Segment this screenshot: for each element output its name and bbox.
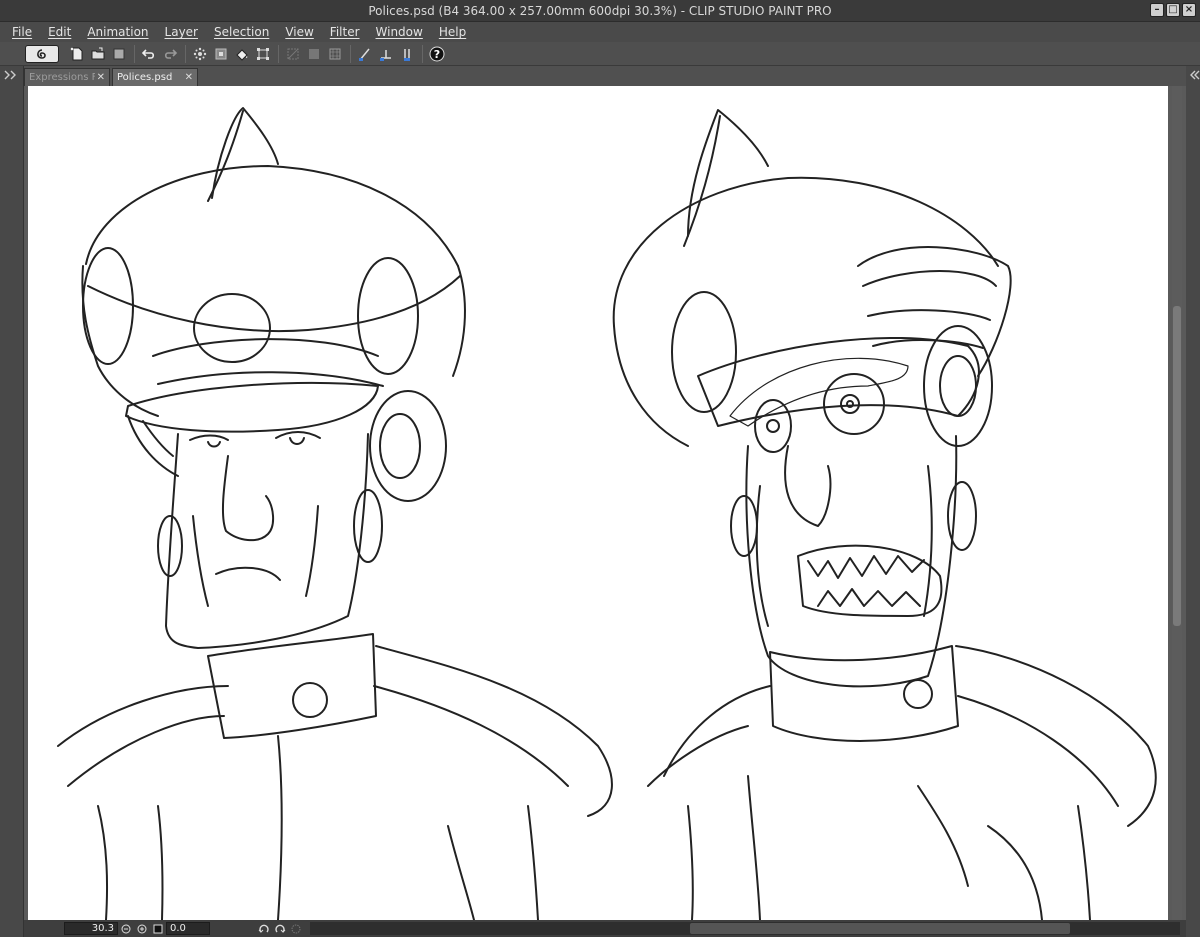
menu-filter[interactable]: Filter xyxy=(322,22,368,42)
maximize-button[interactable]: □ xyxy=(1166,3,1180,17)
status-bar: 30.3 0.0 xyxy=(24,920,1186,937)
close-button[interactable]: × xyxy=(1182,3,1196,17)
menu-layer[interactable]: Layer xyxy=(157,22,206,42)
toolbar-separator xyxy=(422,44,423,63)
undo-icon[interactable] xyxy=(139,44,159,64)
expand-left-panel-icon[interactable] xyxy=(0,68,24,82)
tab-expressions-flint[interactable]: Expressions Flint ✕ xyxy=(24,68,110,86)
menu-selection[interactable]: Selection xyxy=(206,22,277,42)
toolbar-separator xyxy=(350,44,351,63)
clip-studio-window: Polices.psd (B4 364.00 x 257.00mm 600dpi… xyxy=(0,0,1200,937)
title-bar: Polices.psd (B4 364.00 x 257.00mm 600dpi… xyxy=(0,0,1200,22)
menu-view[interactable]: View xyxy=(277,22,321,42)
toolbar-separator xyxy=(185,44,186,63)
window-controls: – □ × xyxy=(1150,3,1196,17)
drawing-canvas[interactable] xyxy=(28,86,1168,920)
snap-grid-icon[interactable] xyxy=(397,44,417,64)
fit-to-window-icon[interactable] xyxy=(152,923,164,935)
close-icon[interactable]: ✕ xyxy=(185,72,193,83)
zoom-out-icon[interactable] xyxy=(120,923,132,935)
zoom-in-icon[interactable] xyxy=(136,923,148,935)
help-icon[interactable]: ? xyxy=(427,44,447,64)
transform-icon[interactable] xyxy=(253,44,273,64)
rotation-field[interactable]: 0.0 xyxy=(166,922,210,935)
minimize-button[interactable]: – xyxy=(1150,3,1164,17)
menu-file[interactable]: File xyxy=(4,22,40,42)
selection-edge-icon[interactable] xyxy=(304,44,324,64)
vertical-scrollbar[interactable] xyxy=(1172,86,1182,920)
expand-right-panel-icon[interactable] xyxy=(1186,68,1200,82)
canvas-viewport[interactable] xyxy=(24,86,1186,920)
tab-label: Polices.psd xyxy=(117,72,173,83)
left-panel-rail[interactable] xyxy=(0,66,24,937)
grid-icon[interactable] xyxy=(325,44,345,64)
zoom-field[interactable]: 30.3 xyxy=(64,922,118,935)
hide-selection-icon[interactable] xyxy=(283,44,303,64)
redo-icon[interactable] xyxy=(160,44,180,64)
clear-outside-icon[interactable] xyxy=(211,44,231,64)
snap-ruler-icon[interactable] xyxy=(355,44,375,64)
menu-bar: File Edit Animation Layer Selection View… xyxy=(0,22,1200,42)
save-icon[interactable] xyxy=(109,44,129,64)
menu-window[interactable]: Window xyxy=(368,22,431,42)
toolbar-separator xyxy=(134,44,135,63)
menu-help[interactable]: Help xyxy=(431,22,474,42)
menu-animation[interactable]: Animation xyxy=(79,22,156,42)
right-panel-rail[interactable] xyxy=(1186,66,1200,937)
horizontal-scrollbar[interactable] xyxy=(310,922,1180,935)
police-sketch-artwork xyxy=(57,107,1157,920)
toolbar-separator xyxy=(278,44,279,63)
scrollbar-thumb[interactable] xyxy=(1173,306,1181,626)
rotate-left-icon[interactable] xyxy=(258,923,270,935)
snap-special-ruler-icon[interactable] xyxy=(376,44,396,64)
rotate-right-icon[interactable] xyxy=(274,923,286,935)
right-officer-sketch xyxy=(612,109,1157,920)
tab-label: Expressions Flint xyxy=(29,72,95,83)
window-title: Polices.psd (B4 364.00 x 257.00mm 600dpi… xyxy=(368,3,832,18)
clear-icon[interactable] xyxy=(190,44,210,64)
left-officer-sketch xyxy=(57,107,613,920)
command-bar: ? xyxy=(0,42,1200,66)
clip-studio-logo-icon[interactable] xyxy=(25,44,59,63)
fill-icon[interactable] xyxy=(232,44,252,64)
tab-polices[interactable]: Polices.psd ✕ xyxy=(112,68,198,86)
menu-edit[interactable]: Edit xyxy=(40,22,79,42)
close-icon[interactable]: ✕ xyxy=(97,72,105,83)
new-file-icon[interactable] xyxy=(67,44,87,64)
document-tab-bar: Expressions Flint ✕ Polices.psd ✕ xyxy=(24,66,1186,86)
scrollbar-thumb[interactable] xyxy=(690,923,1070,934)
open-file-icon[interactable] xyxy=(88,44,108,64)
reset-rotation-icon[interactable] xyxy=(290,923,302,935)
svg-text:?: ? xyxy=(434,48,440,61)
